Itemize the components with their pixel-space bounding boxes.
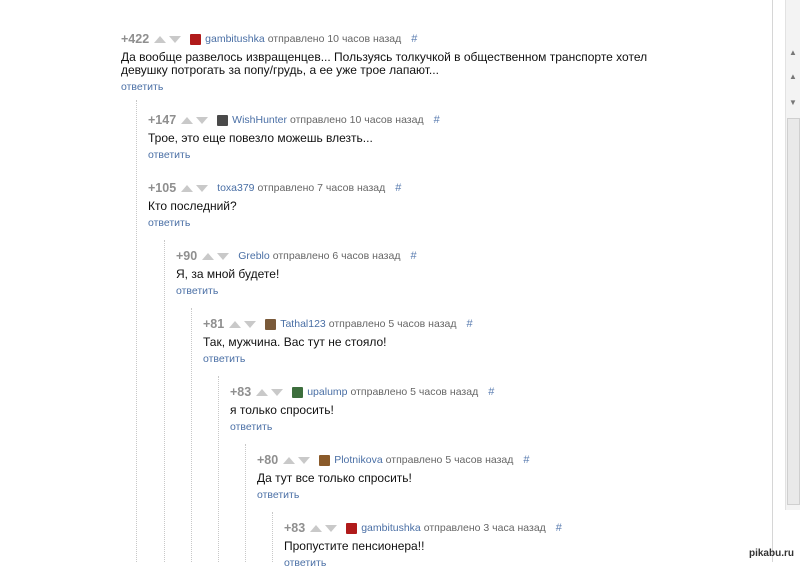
downvote-icon[interactable] [196, 184, 209, 192]
upvote-icon[interactable] [181, 116, 194, 124]
comment: +147 WishHunter отправлено 10 часов наза… [148, 112, 708, 161]
comment-author[interactable]: Plotnikova [334, 454, 382, 466]
comment-permalink[interactable]: # [395, 182, 401, 194]
comment-permalink[interactable]: # [410, 250, 416, 262]
comment-text: Пропустите пенсионера!! [284, 539, 425, 553]
reply-link[interactable]: ответить [230, 421, 790, 433]
comment: +83 upalump отправлено 5 часов назад # я… [230, 384, 790, 433]
comment-permalink[interactable]: # [466, 318, 472, 330]
comment-header: +90 Greblo отправлено 6 часов назад # [176, 248, 736, 264]
scroll-up-icon[interactable]: ▲ [788, 48, 798, 58]
comment-timestamp: отправлено 3 часа назад [423, 522, 546, 534]
avatar[interactable] [265, 318, 277, 330]
comment-header: +105 toxa379 отправлено 7 часов назад # [148, 180, 708, 196]
comment: +90 Greblo отправлено 6 часов назад # Я,… [176, 248, 736, 297]
downvote-icon[interactable] [244, 320, 257, 328]
comment-permalink[interactable]: # [488, 386, 494, 398]
comment-text: Так, мужчина. Вас тут не стояло! [203, 335, 387, 349]
comment-timestamp: отправлено 7 часов назад [257, 182, 386, 194]
comment: +422 gambitushka отправлено 10 часов наз… [121, 31, 681, 93]
upvote-icon[interactable] [154, 35, 167, 43]
comment-header: +83 gambitushka отправлено 3 часа назад … [284, 520, 800, 536]
comment: +81 Tathal123 отправлено 5 часов назад #… [203, 316, 763, 365]
comment-author[interactable]: toxa379 [217, 182, 254, 194]
comment-text: я только спросить! [230, 403, 334, 417]
comment-timestamp: отправлено 10 часов назад [267, 33, 402, 45]
comment-author[interactable]: WishHunter [232, 114, 287, 126]
comment-text: Трое, это еще повезло можешь влезть... [148, 131, 373, 145]
comment-thread: +422 gambitushka отправлено 10 часов наз… [0, 0, 770, 569]
watermark: pikabu.ru [748, 548, 794, 559]
comment-rating: +422 [121, 32, 150, 46]
upvote-icon[interactable] [229, 320, 242, 328]
avatar[interactable] [190, 33, 202, 45]
thread-line [136, 100, 138, 562]
scrollbar-thumb[interactable] [787, 118, 800, 505]
comment-permalink[interactable]: # [411, 33, 417, 45]
thread-line [191, 308, 193, 562]
comment-text: Я, за мной будете! [176, 267, 280, 281]
thread-line [245, 444, 247, 562]
upvote-icon[interactable] [310, 524, 323, 532]
comment-header: +81 Tathal123 отправлено 5 часов назад # [203, 316, 763, 332]
reply-link[interactable]: ответить [284, 557, 800, 569]
comment-permalink[interactable]: # [434, 114, 440, 126]
downvote-icon[interactable] [217, 252, 230, 260]
reply-link[interactable]: ответить [148, 149, 708, 161]
reply-link[interactable]: ответить [257, 489, 800, 501]
avatar[interactable] [217, 114, 229, 126]
thread-line [272, 512, 274, 562]
avatar[interactable] [292, 386, 304, 398]
comment-header: +422 gambitushka отправлено 10 часов наз… [121, 31, 681, 47]
upvote-icon[interactable] [283, 456, 296, 464]
downvote-icon[interactable] [271, 388, 284, 396]
comment-text: Да вообще развелось извращенцев... Польз… [121, 50, 648, 77]
downvote-icon[interactable] [196, 116, 209, 124]
comment-rating: +105 [148, 181, 177, 195]
upvote-icon[interactable] [202, 252, 215, 260]
reply-link[interactable]: ответить [121, 81, 681, 93]
comment-timestamp: отправлено 5 часов назад [350, 386, 479, 398]
reply-link[interactable]: ответить [176, 285, 736, 297]
comment: +105 toxa379 отправлено 7 часов назад # … [148, 180, 708, 229]
comment-timestamp: отправлено 5 часов назад [328, 318, 457, 330]
content-edge [772, 0, 773, 562]
comment-rating: +83 [230, 385, 252, 399]
comment: +80 Plotnikova отправлено 5 часов назад … [257, 452, 800, 501]
comment-author[interactable]: Tathal123 [280, 318, 326, 330]
reply-link[interactable]: ответить [203, 353, 763, 365]
comment-rating: +147 [148, 113, 177, 127]
comment-timestamp: отправлено 6 часов назад [272, 250, 401, 262]
comment-author[interactable]: gambitushka [361, 522, 421, 534]
upvote-icon[interactable] [181, 184, 194, 192]
comment-header: +147 WishHunter отправлено 10 часов наза… [148, 112, 708, 128]
downvote-icon[interactable] [325, 524, 338, 532]
comment-rating: +90 [176, 249, 198, 263]
thread-line [218, 376, 220, 562]
scroll-down-icon[interactable]: ▼ [788, 98, 798, 108]
upvote-icon[interactable] [256, 388, 269, 396]
comment-rating: +80 [257, 453, 279, 467]
comment-author[interactable]: gambitushka [205, 33, 265, 45]
avatar[interactable] [319, 454, 331, 466]
downvote-icon[interactable] [298, 456, 311, 464]
comment-author[interactable]: Greblo [238, 250, 270, 262]
comment-permalink[interactable]: # [523, 454, 529, 466]
comment-author[interactable]: upalump [307, 386, 347, 398]
scroll-up-icon[interactable]: ▲ [788, 72, 798, 82]
comment-text: Кто последний? [148, 199, 237, 213]
comment-rating: +83 [284, 521, 306, 535]
comment-timestamp: отправлено 5 часов назад [385, 454, 514, 466]
comment-permalink[interactable]: # [556, 522, 562, 534]
comment-rating: +81 [203, 317, 225, 331]
comment-timestamp: отправлено 10 часов назад [290, 114, 424, 126]
comment-header: +83 upalump отправлено 5 часов назад # [230, 384, 790, 400]
avatar[interactable] [346, 522, 358, 534]
comment-text: Да тут все только спросить! [257, 471, 412, 485]
comment-header: +80 Plotnikova отправлено 5 часов назад … [257, 452, 800, 468]
reply-link[interactable]: ответить [148, 217, 708, 229]
thread-line [164, 240, 166, 562]
downvote-icon[interactable] [169, 35, 182, 43]
